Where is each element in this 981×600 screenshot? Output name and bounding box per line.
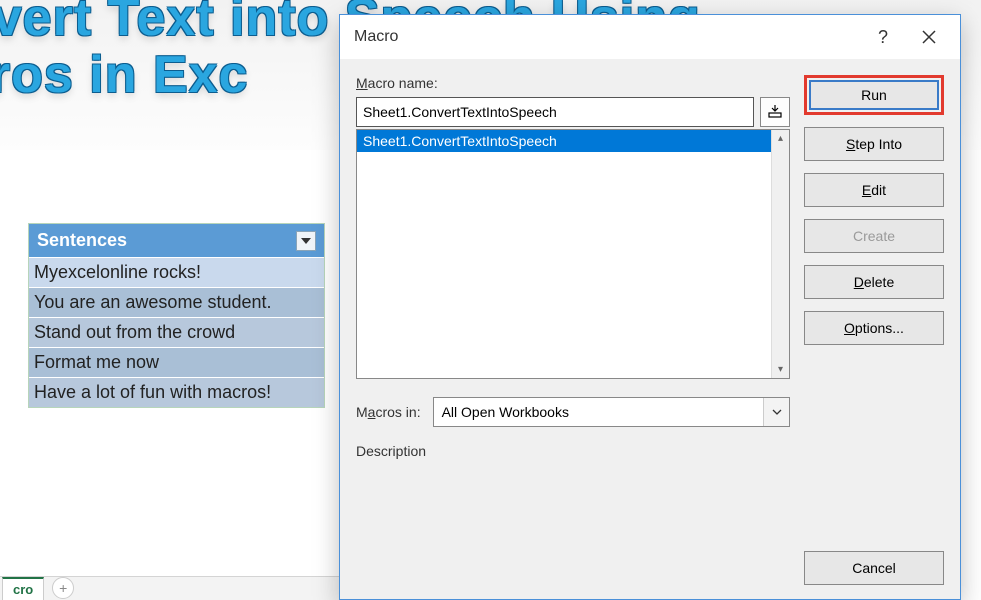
combobox-value: All Open Workbooks (442, 404, 569, 420)
cell-text: Have a lot of fun with macros! (34, 382, 271, 402)
cancel-button[interactable]: Cancel (804, 551, 944, 585)
wordart-line2: cros in Exc (0, 46, 248, 104)
collapse-icon (768, 105, 782, 119)
table-row[interactable]: Stand out from the crowd (29, 317, 324, 347)
dialog-title: Macro (354, 28, 398, 46)
list-item[interactable]: Sheet1.ConvertTextIntoSpeech (357, 130, 771, 152)
dialog-body: Macro name: Sheet1.ConvertTextIntoSpeech (340, 59, 960, 599)
step-into-button[interactable]: Step Into (804, 127, 944, 161)
scroll-up-icon[interactable]: ▴ (778, 130, 783, 147)
add-sheet-button[interactable]: + (52, 577, 74, 599)
scroll-down-icon[interactable]: ▾ (778, 361, 783, 378)
options-button[interactable]: Options... (804, 311, 944, 345)
create-button: Create (804, 219, 944, 253)
macro-list-body[interactable]: Sheet1.ConvertTextIntoSpeech (357, 130, 771, 378)
help-icon: ? (878, 27, 888, 48)
collapse-dialog-button[interactable] (760, 97, 790, 127)
table-header: Sentences (29, 224, 324, 257)
description-row: Description (356, 443, 790, 461)
cell-text: Stand out from the crowd (34, 322, 235, 342)
table-row[interactable]: You are an awesome student. (29, 287, 324, 317)
cell-text: You are an awesome student. (34, 292, 272, 312)
edit-button[interactable]: Edit (804, 173, 944, 207)
scrollbar[interactable]: ▴ ▾ (771, 130, 789, 378)
filter-dropdown-icon[interactable] (296, 231, 316, 251)
close-icon (922, 30, 936, 44)
run-button[interactable]: Run (809, 80, 939, 110)
dialog-titlebar: Macro ? (340, 15, 960, 59)
cell-text: Format me now (34, 352, 159, 372)
chevron-down-icon (763, 398, 789, 426)
table-row[interactable]: Myexcelonline rocks! (29, 257, 324, 287)
table-header-label: Sentences (37, 230, 127, 251)
left-column: Macro name: Sheet1.ConvertTextIntoSpeech (356, 75, 790, 583)
active-sheet-tab[interactable]: cro (2, 577, 44, 600)
macro-name-label: Macro name: (356, 75, 790, 91)
cell-text: Myexcelonline rocks! (34, 262, 201, 282)
right-column: Run Step Into Edit Create Delete Options… (804, 75, 944, 583)
macro-name-row (356, 97, 790, 127)
macros-in-row: Macros in: All Open Workbooks (356, 397, 790, 427)
delete-button[interactable]: Delete (804, 265, 944, 299)
macro-list: Sheet1.ConvertTextIntoSpeech ▴ ▾ (356, 129, 790, 379)
table-row[interactable]: Format me now (29, 347, 324, 377)
close-button[interactable] (906, 15, 952, 59)
excel-table: Sentences Myexcelonline rocks! You are a… (28, 223, 325, 408)
help-button[interactable]: ? (860, 15, 906, 59)
run-highlight: Run (804, 75, 944, 115)
table-row[interactable]: Have a lot of fun with macros! (29, 377, 324, 407)
sheet-tabs: cro + (0, 576, 340, 600)
macro-dialog: Macro ? Macro name: Sheet1 (339, 14, 961, 600)
macro-name-input[interactable] (356, 97, 754, 127)
description-label: Description (356, 443, 426, 459)
macros-in-combobox[interactable]: All Open Workbooks (433, 397, 790, 427)
cancel-area: Cancel (804, 551, 944, 585)
macros-in-label: Macros in: (356, 404, 421, 420)
